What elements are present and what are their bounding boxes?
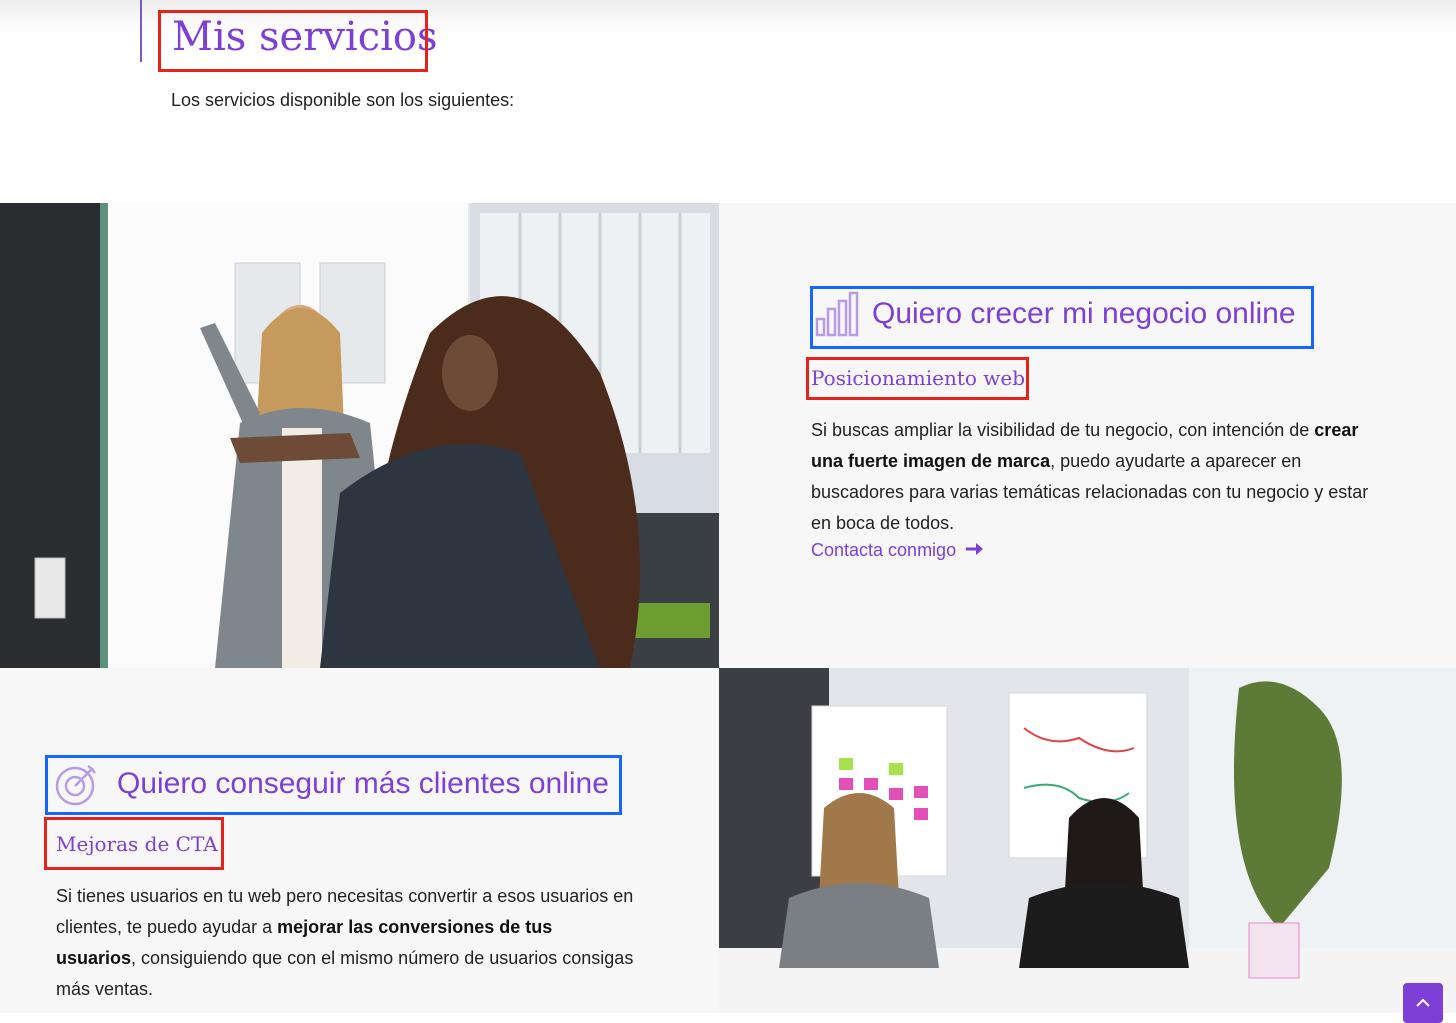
contact-link-label: Contacta conmigo xyxy=(811,540,957,560)
contact-link[interactable]: Contacta conmigo xyxy=(811,540,984,561)
service-image-whiteboard xyxy=(0,203,719,668)
section-intro: Los servicios disponible son los siguien… xyxy=(171,90,515,110)
highlight-box-subtitle-seo xyxy=(806,357,1029,400)
service-description-cta: Si tienes usuarios en tu web pero necesi… xyxy=(56,881,636,1005)
highlight-box-heading-growth xyxy=(810,286,1314,349)
highlight-box-heading-clients xyxy=(45,755,622,815)
desc-text: , consiguiendo que con el mismo número d… xyxy=(56,948,634,999)
desc-text: Si buscas ampliar la visibilidad de tu n… xyxy=(811,420,1315,440)
service-image-meeting xyxy=(719,668,1456,1013)
scroll-to-top-button[interactable] xyxy=(1403,983,1443,1023)
chevron-up-icon xyxy=(1416,995,1430,1023)
arrow-right-icon xyxy=(966,540,984,561)
service-description-seo: Si buscas ampliar la visibilidad de tu n… xyxy=(811,415,1391,539)
highlight-box-title xyxy=(158,10,428,72)
highlight-box-subtitle-cta xyxy=(44,817,224,870)
section-accent-line xyxy=(140,0,142,62)
